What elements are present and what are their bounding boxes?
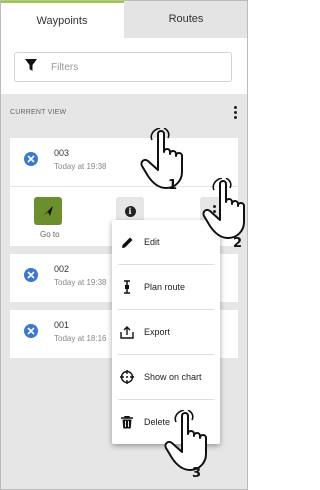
step-number: 2 [233, 236, 243, 251]
step-number: 3 [192, 466, 202, 481]
tab-waypoints[interactable]: Waypoints [0, 0, 124, 38]
waypoint-time: Today at 19:38 [54, 162, 107, 171]
filter-icon [25, 58, 37, 76]
info-icon: i [124, 205, 136, 217]
trash-icon [120, 415, 134, 429]
waypoint-time: Today at 19:38 [54, 278, 107, 287]
close-icon[interactable] [24, 152, 38, 166]
menu-label: Edit [144, 237, 160, 247]
menu-item-plan-route[interactable]: Plan route [112, 265, 220, 309]
waypoint-name: 002 [54, 264, 70, 274]
hand-pointer-icon [164, 409, 216, 481]
section-more-icon[interactable] [230, 105, 240, 119]
crosshair-icon [120, 370, 134, 384]
waypoint-time: Today at 18:16 [54, 334, 107, 343]
menu-item-show-on-chart[interactable]: Show on chart [112, 355, 220, 399]
menu-label: Plan route [144, 282, 186, 292]
waypoint-name: 001 [54, 320, 70, 330]
section-title: CURRENT VIEW [10, 108, 67, 116]
step-number: 1 [168, 178, 178, 193]
section-header: CURRENT VIEW [0, 94, 248, 130]
menu-label: Export [144, 327, 171, 337]
tab-routes[interactable]: Routes [124, 0, 248, 38]
app-window: Waypoints Routes Filters CURRENT VIEW 00… [0, 0, 248, 490]
tab-bar: Waypoints Routes [0, 0, 248, 38]
close-icon[interactable] [24, 324, 38, 338]
hand-pointer-icon [140, 127, 192, 199]
route-icon [120, 280, 134, 294]
filters-label: Filters [51, 61, 79, 73]
goto-button[interactable] [34, 197, 62, 225]
goto-label: Go to [40, 230, 60, 239]
pencil-icon [120, 235, 134, 249]
navigate-icon [43, 206, 53, 216]
filters-button[interactable]: Filters [14, 52, 232, 82]
menu-item-export[interactable]: Export [112, 310, 220, 354]
export-icon [120, 325, 134, 339]
close-icon[interactable] [24, 268, 38, 282]
waypoint-name: 003 [54, 148, 70, 158]
menu-label: Show on chart [144, 372, 202, 382]
